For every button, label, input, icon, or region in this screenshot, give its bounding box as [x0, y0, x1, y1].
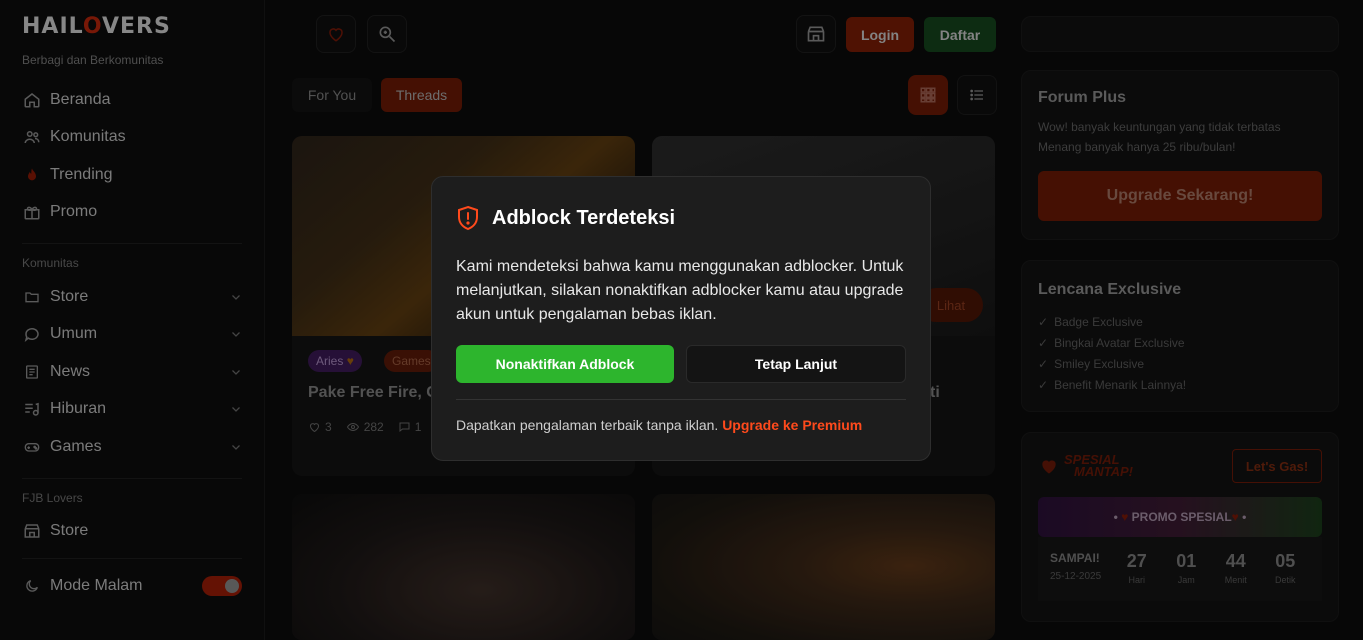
modal-actions: Nonaktifkan Adblock Tetap Lanjut — [456, 345, 906, 383]
modal-header: Adblock Terdeteksi — [456, 205, 906, 231]
modal-message: Kami mendeteksi bahwa kamu menggunakan a… — [456, 258, 904, 323]
adblock-modal: Adblock Terdeteksi Kami mendeteksi bahwa… — [431, 176, 931, 461]
modal-title: Adblock Terdeteksi — [492, 206, 676, 229]
upgrade-premium-link[interactable]: Upgrade ke Premium — [722, 417, 862, 433]
modal-footer: Dapatkan pengalaman terbaik tanpa iklan.… — [456, 417, 906, 433]
continue-button[interactable]: Tetap Lanjut — [686, 345, 906, 383]
modal-footer-text: Dapatkan pengalaman terbaik tanpa iklan. — [456, 417, 719, 433]
disable-adblock-button[interactable]: Nonaktifkan Adblock — [456, 345, 674, 383]
shield-alert-icon — [458, 205, 478, 231]
modal-divider — [456, 399, 906, 400]
